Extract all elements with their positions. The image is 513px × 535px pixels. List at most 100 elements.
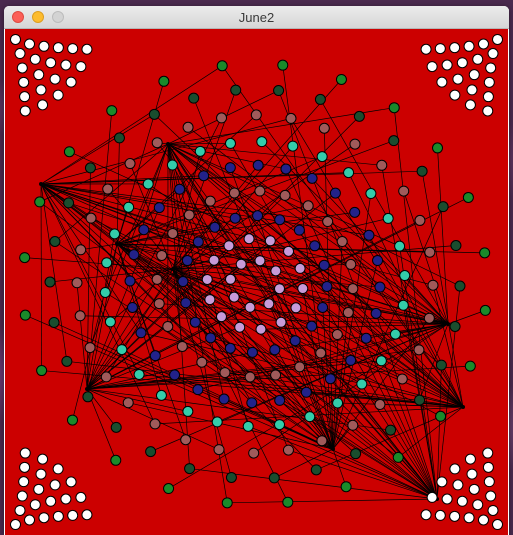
node-dot: [104, 316, 116, 328]
corner-white-dot: [65, 476, 77, 488]
node-dot: [306, 172, 318, 184]
sketch-canvas[interactable]: [5, 29, 508, 535]
node-dot: [382, 212, 394, 224]
corner-white-dot: [14, 504, 26, 516]
node-dot: [349, 138, 361, 150]
node-dot: [209, 221, 221, 233]
node-dot: [189, 316, 201, 328]
corner-white-dot: [9, 33, 21, 45]
corner-white-dot: [483, 476, 495, 488]
corner-white-dot: [485, 490, 497, 502]
node-dot: [376, 159, 388, 171]
corner-white-dot: [492, 33, 504, 45]
corner-white-dot: [52, 42, 64, 54]
node-dot: [244, 371, 256, 383]
corner-white-dot: [19, 91, 31, 103]
node-dot: [84, 162, 96, 174]
node-dot: [372, 255, 384, 267]
node-dot: [246, 346, 258, 358]
corner-white-dot: [466, 468, 478, 480]
corner-white-dot: [482, 91, 494, 103]
corner-white-dot: [33, 483, 45, 495]
node-dot: [205, 332, 217, 344]
node-dot: [388, 102, 400, 114]
node-dot: [316, 151, 328, 163]
node-dot: [180, 434, 192, 446]
node-dot: [347, 419, 359, 431]
corner-white-dot: [468, 69, 480, 81]
node-dot: [198, 170, 210, 182]
corner-white-dot: [492, 519, 504, 531]
node-dot: [183, 209, 195, 221]
corner-white-dot: [464, 453, 476, 465]
node-dot: [297, 283, 309, 295]
corner-white-dot: [65, 76, 77, 88]
corner-white-dot: [19, 105, 31, 117]
node-dot: [268, 472, 280, 484]
node-dot: [153, 202, 165, 214]
node-dot: [102, 183, 114, 195]
title-bar[interactable]: June2: [4, 6, 509, 29]
node-dot: [110, 421, 122, 433]
node-dot: [230, 84, 242, 96]
corner-white-dot: [464, 99, 476, 111]
node-dot: [82, 391, 94, 403]
node-dot: [269, 344, 281, 356]
corner-white-dot: [441, 493, 453, 505]
corner-white-dot: [38, 40, 50, 52]
hub-point: [171, 267, 175, 271]
node-dot: [246, 397, 258, 409]
hub-point: [461, 405, 465, 409]
corner-white-dot: [49, 73, 61, 85]
node-dot: [151, 137, 163, 149]
hub-point: [166, 142, 170, 146]
corner-white-dot: [449, 89, 461, 101]
corner-white-dot: [81, 43, 93, 55]
node-dot: [321, 280, 333, 292]
node-dot: [287, 140, 299, 152]
node-dot: [123, 201, 135, 213]
node-dot: [314, 93, 326, 105]
node-dot: [256, 136, 268, 148]
node-dot: [277, 59, 289, 71]
node-dot: [155, 389, 167, 401]
hub-point: [115, 242, 119, 246]
corner-white-dot: [19, 447, 31, 459]
corner-white-dot: [37, 453, 49, 465]
corner-white-dot: [33, 69, 45, 81]
node-dot: [317, 301, 329, 313]
node-dot: [274, 214, 286, 226]
node-dot: [254, 255, 266, 267]
corner-white-dot: [477, 38, 489, 50]
node-dot: [158, 75, 170, 87]
node-dot: [49, 235, 61, 247]
corner-white-dot: [434, 43, 446, 55]
node-dot: [188, 92, 200, 104]
corner-white-dot: [468, 483, 480, 495]
node-dot: [84, 342, 96, 354]
node-dot: [242, 420, 254, 432]
corner-white-dot: [67, 509, 79, 521]
corner-white-dot: [29, 499, 41, 511]
corner-white-dot: [18, 476, 30, 488]
window-title: June2: [238, 10, 275, 25]
node-dot: [211, 416, 223, 428]
corner-white-dot: [436, 476, 448, 488]
corner-white-dot: [38, 512, 50, 524]
node-dot: [182, 121, 194, 133]
corner-white-dot: [487, 504, 499, 516]
node-dot: [347, 283, 359, 295]
node-dot: [229, 212, 241, 224]
node-dot: [163, 483, 175, 495]
node-dot: [174, 183, 186, 195]
corner-white-dot: [60, 493, 72, 505]
corner-white-dot: [52, 510, 64, 522]
node-dot: [479, 304, 491, 316]
corner-white-dot: [483, 76, 495, 88]
corner-white-dot: [463, 40, 475, 52]
node-dot: [462, 191, 474, 203]
node-dot: [283, 245, 295, 257]
node-dot: [363, 229, 375, 241]
node-dot: [248, 447, 260, 459]
corner-white-dot: [420, 509, 432, 521]
